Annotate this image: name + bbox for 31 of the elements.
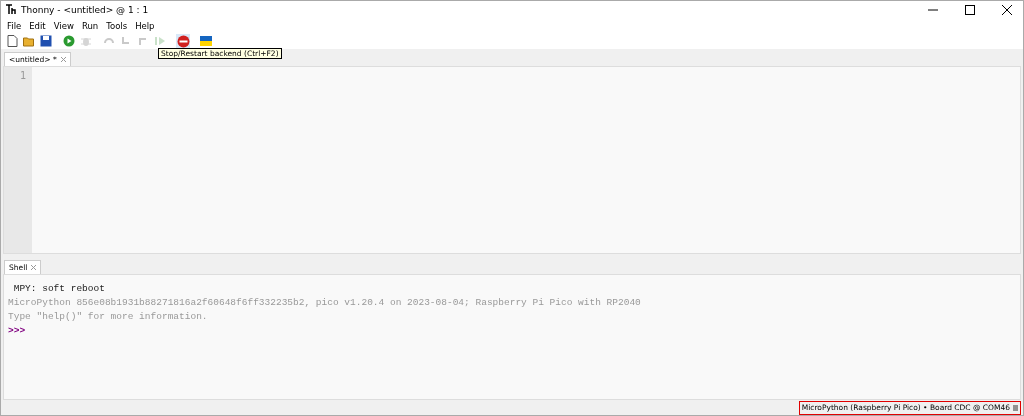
window-title: Thonny - <untitled> @ 1 : 1: [21, 4, 150, 15]
new-file-button[interactable]: [5, 34, 19, 48]
close-icon[interactable]: [31, 265, 37, 270]
menu-item[interactable]: Help: [131, 20, 159, 31]
save-button[interactable]: [39, 34, 53, 48]
menu-item[interactable]: Run: [77, 20, 103, 31]
menu-item[interactable]: View: [49, 20, 78, 31]
close-icon: [1002, 4, 1012, 15]
app-logo-icon: [5, 4, 16, 15]
shell-output: MPY: soft reboot: [12, 283, 106, 294]
resume-icon: [154, 35, 166, 47]
run-button[interactable]: [62, 34, 76, 48]
line-number: 1: [18, 70, 26, 81]
shell-output: Type "help()" for more information.: [8, 311, 209, 322]
shell-prompt: >>>: [8, 325, 27, 336]
close-icon[interactable]: [60, 57, 66, 62]
menu-item[interactable]: Edit: [25, 20, 50, 31]
step-out-icon: [137, 35, 149, 47]
folder-icon: [22, 35, 36, 47]
folder-button[interactable]: [22, 34, 36, 48]
bug-icon: [80, 35, 92, 47]
menu-item[interactable]: Tools: [102, 20, 132, 31]
step-into-icon: [120, 35, 132, 47]
stop-button[interactable]: [176, 34, 190, 48]
shell-output: MicroPython 856e08b1931b88271816a2f60648f6ff332235b2, pico v1.20.4 on 2023-08-04; Raspberry Pi Pico with RP2040: [8, 297, 642, 308]
maximize-icon: [965, 4, 975, 15]
menu-item[interactable]: File: [3, 20, 26, 31]
menu-icon: [1013, 404, 1018, 411]
flag-icon: [200, 36, 212, 46]
shell-panel[interactable]: MPY: soft reboot MicroPython 856e08b1931b88271816a2f60648f6ff332235b2, pico v1.20.4 on 2023-08-04; Raspberry Pi Pico with RP2040 Type "help()" for more information. >>>: [3, 274, 1021, 400]
flag-button[interactable]: [199, 34, 213, 48]
